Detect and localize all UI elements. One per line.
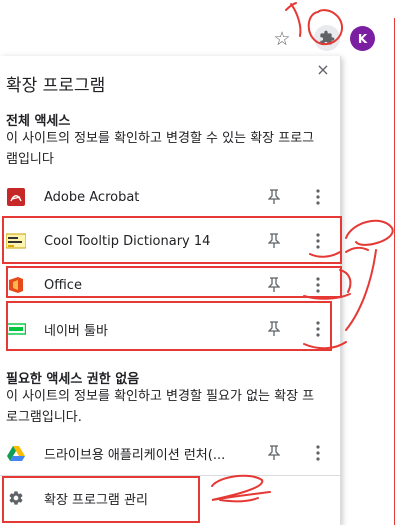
annotation-scribbles xyxy=(211,2,394,503)
